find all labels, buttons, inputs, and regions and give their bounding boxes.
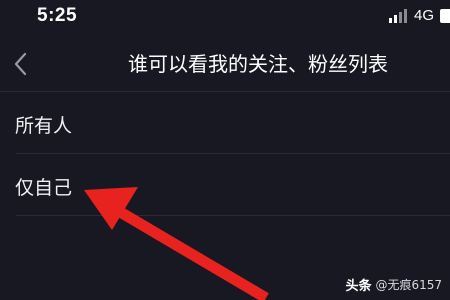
option-everyone[interactable]: 所有人	[0, 92, 450, 154]
list-divider	[16, 215, 450, 216]
status-time: 5:25	[37, 5, 78, 26]
page-title: 谁可以看我的关注、粉丝列表	[128, 52, 388, 76]
network-type-label: 4G	[414, 7, 435, 24]
watermark: 头条 @无痕6157	[345, 275, 442, 294]
signal-bars-icon	[389, 9, 407, 23]
option-label: 所有人	[15, 115, 73, 137]
option-label: 仅自己	[15, 177, 73, 199]
app-screen: 5:25 4G 谁可以看我的关注、粉丝列表 所有人 仅自己 头条 @无痕6157	[0, 0, 450, 300]
chevron-left-icon	[14, 52, 27, 76]
back-button[interactable]	[8, 46, 38, 80]
watermark-logo: 头条	[345, 279, 372, 294]
battery-icon	[440, 9, 450, 23]
watermark-handle: @无痕6157	[375, 278, 442, 292]
status-bar: 5:25 4G	[0, 0, 450, 34]
option-only-me[interactable]: 仅自己	[0, 154, 450, 216]
nav-bar: 谁可以看我的关注、粉丝列表	[0, 34, 450, 91]
